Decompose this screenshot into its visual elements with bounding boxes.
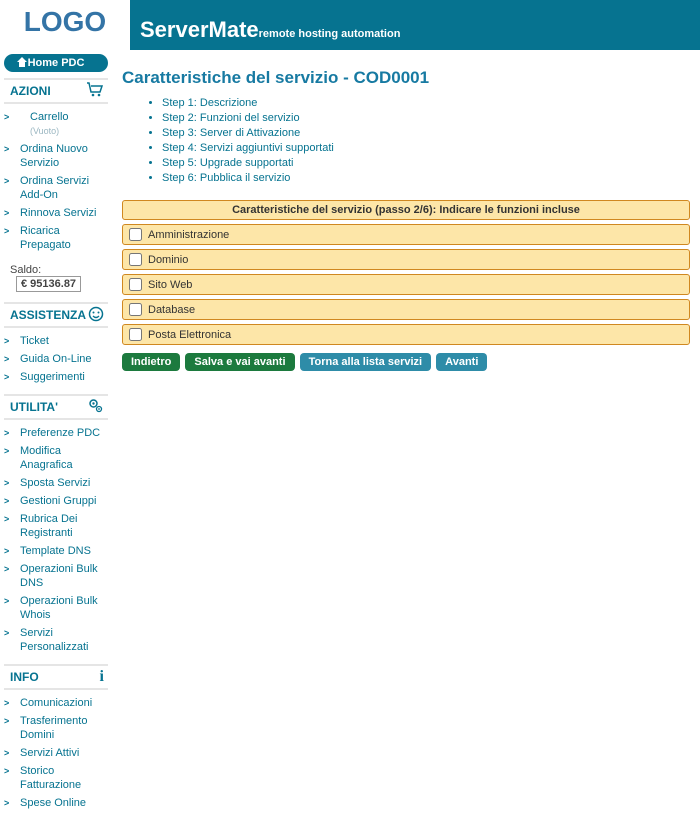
- menu-item-personalizzati[interactable]: Servizi Personalizzati: [4, 624, 108, 656]
- function-checkbox[interactable]: [129, 278, 142, 291]
- panel-title: Caratteristiche del servizio (passo 2/6)…: [122, 200, 690, 220]
- step-item[interactable]: Step 2: Funzioni del servizio: [162, 111, 690, 126]
- menu-info: Comunicazioni Trasferimento Domini Servi…: [4, 694, 108, 812]
- gear-icon: [88, 398, 104, 419]
- function-row-amministrazione[interactable]: Amministrazione: [122, 224, 690, 245]
- function-row-sitoweb[interactable]: Sito Web: [122, 274, 690, 295]
- info-icon: i: [100, 668, 104, 686]
- function-label: Posta Elettronica: [148, 329, 231, 341]
- menu-item-servizi-attivi[interactable]: Servizi Attivi: [4, 744, 108, 762]
- function-row-database[interactable]: Database: [122, 299, 690, 320]
- step-item[interactable]: Step 4: Servizi aggiuntivi supportati: [162, 141, 690, 156]
- home-button[interactable]: Home PDC: [4, 54, 108, 72]
- menu-item-comunicazioni[interactable]: Comunicazioni: [4, 694, 108, 712]
- section-utilita-header: UTILITA': [4, 394, 108, 420]
- menu-item-rubrica[interactable]: Rubrica Dei Registranti: [4, 510, 108, 542]
- sidebar: Home PDC AZIONI Carrello (Vuoto) Ordina …: [0, 50, 112, 820]
- help-icon: [88, 306, 104, 327]
- main-content: Caratteristiche del servizio - COD0001 S…: [112, 50, 700, 820]
- cart-empty-suffix: (Vuoto): [20, 124, 59, 138]
- product-name: ServerMate: [140, 17, 259, 42]
- function-label: Sito Web: [148, 279, 192, 291]
- function-row-dominio[interactable]: Dominio: [122, 249, 690, 270]
- menu-item-rinnova[interactable]: Rinnova Servizi: [4, 204, 108, 222]
- function-row-posta[interactable]: Posta Elettronica: [122, 324, 690, 345]
- menu-item-ticket[interactable]: Ticket: [4, 332, 108, 350]
- home-icon: [16, 56, 28, 68]
- function-label: Database: [148, 304, 195, 316]
- menu-item-ordina-addon[interactable]: Ordina Servizi Add-On: [4, 172, 108, 204]
- menu-item-preferenze[interactable]: Preferenze PDC: [4, 424, 108, 442]
- step-item[interactable]: Step 3: Server di Attivazione: [162, 126, 690, 141]
- section-azioni-title: AZIONI: [10, 84, 51, 98]
- menu-item-bulk-whois[interactable]: Operazioni Bulk Whois: [4, 592, 108, 624]
- menu-item-anagrafica[interactable]: Modifica Anagrafica: [4, 442, 108, 474]
- step-item[interactable]: Step 5: Upgrade supportati: [162, 156, 690, 171]
- menu-item-storico[interactable]: Storico Fatturazione: [4, 762, 108, 794]
- menu-item-bulk-dns[interactable]: Operazioni Bulk DNS: [4, 560, 108, 592]
- function-checkbox[interactable]: [129, 328, 142, 341]
- step-list: Step 1: Descrizione Step 2: Funzioni del…: [162, 96, 690, 186]
- section-assistenza-title: ASSISTENZA: [10, 308, 86, 322]
- section-assistenza-header: ASSISTENZA: [4, 302, 108, 328]
- function-checkbox[interactable]: [129, 228, 142, 241]
- menu-utilita: Preferenze PDC Modifica Anagrafica Spost…: [4, 424, 108, 656]
- section-info-title: INFO: [10, 670, 39, 684]
- menu-item-carrello[interactable]: Carrello (Vuoto): [4, 108, 108, 140]
- step-item[interactable]: Step 1: Descrizione: [162, 96, 690, 111]
- function-label: Amministrazione: [148, 229, 229, 241]
- saldo-row: Saldo: € 95136.87: [4, 262, 108, 294]
- banner: ServerMateremote hosting automation: [130, 0, 700, 50]
- menu-item-ricarica[interactable]: Ricarica Prepagato: [4, 222, 108, 254]
- back-button[interactable]: Indietro: [122, 353, 180, 371]
- header: LOGO ServerMateremote hosting automation: [0, 0, 700, 50]
- home-button-label: Home PDC: [28, 57, 85, 69]
- step-item[interactable]: Step 6: Pubblica il servizio: [162, 171, 690, 186]
- save-next-button[interactable]: Salva e vai avanti: [185, 353, 294, 371]
- section-info-header: INFO i: [4, 664, 108, 690]
- product-tagline: remote hosting automation: [259, 28, 401, 40]
- saldo-value: € 95136.87: [16, 276, 81, 292]
- cart-icon: [86, 82, 104, 103]
- page-title: Caratteristiche del servizio - COD0001: [122, 68, 690, 88]
- menu-item-gruppi[interactable]: Gestioni Gruppi: [4, 492, 108, 510]
- menu-item-sposta[interactable]: Sposta Servizi: [4, 474, 108, 492]
- section-azioni-header: AZIONI: [4, 78, 108, 104]
- function-checkbox[interactable]: [129, 303, 142, 316]
- menu-item-guida[interactable]: Guida On-Line: [4, 350, 108, 368]
- next-button[interactable]: Avanti: [436, 353, 487, 371]
- menu-item-ordina-nuovo[interactable]: Ordina Nuovo Servizio: [4, 140, 108, 172]
- menu-item-template-dns[interactable]: Template DNS: [4, 542, 108, 560]
- logo: LOGO: [0, 0, 130, 50]
- menu-azioni: Carrello (Vuoto) Ordina Nuovo Servizio O…: [4, 108, 108, 254]
- menu-item-suggerimenti[interactable]: Suggerimenti: [4, 368, 108, 386]
- button-bar: Indietro Salva e vai avanti Torna alla l…: [122, 353, 690, 371]
- menu-item-trasferimento[interactable]: Trasferimento Domini: [4, 712, 108, 744]
- function-checkbox[interactable]: [129, 253, 142, 266]
- function-label: Dominio: [148, 254, 188, 266]
- menu-assistenza: Ticket Guida On-Line Suggerimenti: [4, 332, 108, 386]
- section-utilita-title: UTILITA': [10, 400, 58, 414]
- menu-item-spese[interactable]: Spese Online: [4, 794, 108, 812]
- saldo-label: Saldo:: [10, 264, 41, 276]
- to-list-button[interactable]: Torna alla lista servizi: [300, 353, 432, 371]
